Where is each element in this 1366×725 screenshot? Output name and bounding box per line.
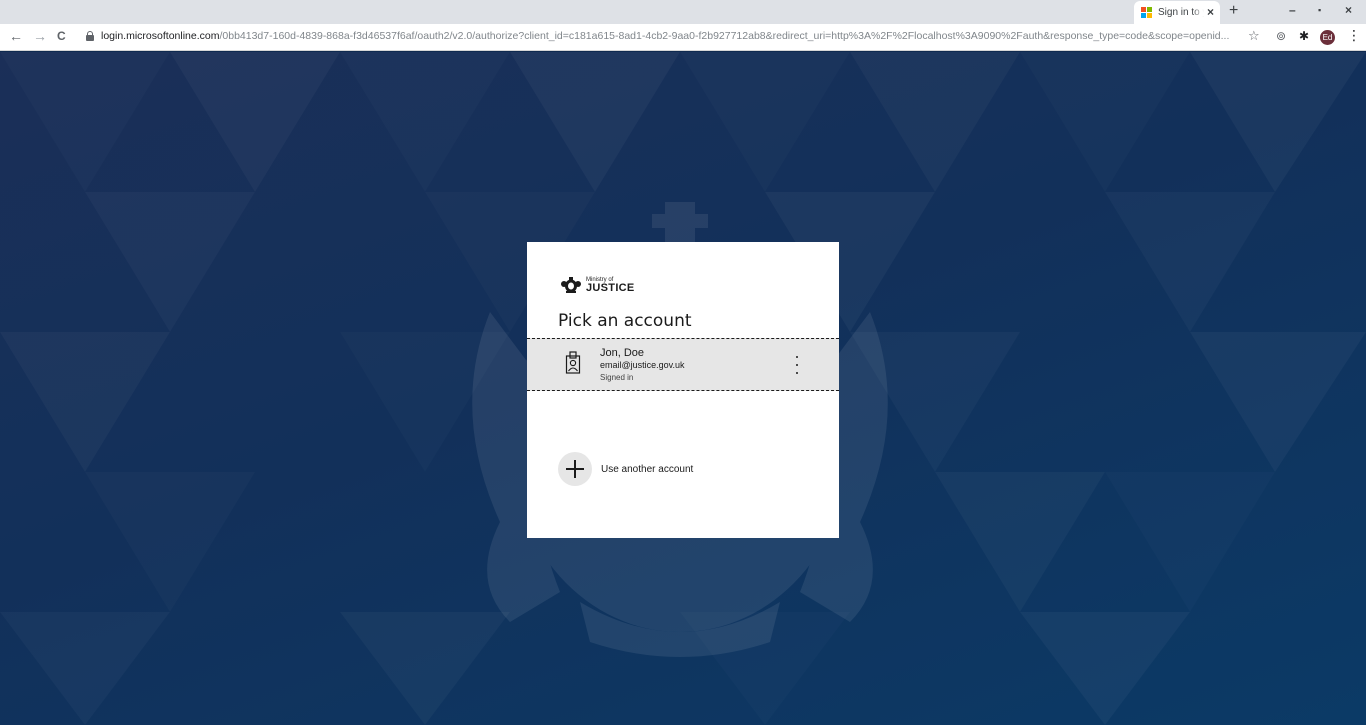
- sign-in-card: Ministry of JUSTICE Pick an account Jon,…: [527, 242, 839, 538]
- account-options-more-icon[interactable]: [792, 356, 802, 374]
- crest-logo-icon: [561, 277, 581, 293]
- close-tab-icon[interactable]: ×: [1207, 5, 1214, 19]
- maximize-window-button[interactable]: ▪: [1318, 5, 1321, 15]
- browser-toolbar: ← → C login.microsoftonline.com/0bb413d7…: [0, 24, 1366, 51]
- work-badge-icon: [565, 351, 581, 374]
- microsoft-logo-icon: [1141, 7, 1152, 18]
- url-domain: login.microsoftonline.com: [101, 30, 220, 42]
- account-email: email@justice.gov.uk: [600, 360, 685, 370]
- url-path: /0bb413d7-160d-4839-868a-f3d46537f6af/oa…: [219, 30, 1230, 42]
- browser-tab[interactable]: Sign in to your account ×: [1134, 1, 1220, 24]
- minimize-window-button[interactable]: –: [1289, 3, 1296, 17]
- back-arrow-icon[interactable]: ←: [9, 28, 23, 44]
- plus-icon: [558, 452, 592, 486]
- ministry-of-justice-logo: Ministry of JUSTICE: [560, 276, 635, 294]
- use-another-account-button[interactable]: Use another account: [558, 452, 798, 486]
- account-tile[interactable]: Jon, Doe email@justice.gov.uk Signed in: [527, 338, 839, 391]
- bookmark-star-icon[interactable]: ☆: [1248, 28, 1260, 44]
- tab-title: Sign in to your account: [1158, 7, 1204, 18]
- close-window-button[interactable]: ×: [1345, 3, 1352, 17]
- profile-avatar[interactable]: Ed: [1320, 30, 1335, 45]
- forward-arrow-icon[interactable]: →: [33, 28, 47, 44]
- lock-icon[interactable]: [86, 31, 94, 41]
- browser-tab-strip: Sign in to your account × + – ▪ ×: [0, 0, 1366, 24]
- puzzle-extensions-icon[interactable]: ✱: [1299, 29, 1309, 43]
- use-another-account-label: Use another account: [601, 463, 694, 475]
- account-status: Signed in: [600, 373, 634, 382]
- browser-menu-icon[interactable]: ⋮: [1347, 27, 1361, 44]
- logo-justice-text: JUSTICE: [586, 281, 635, 294]
- reload-icon[interactable]: C: [57, 29, 66, 43]
- new-tab-button[interactable]: +: [1229, 2, 1238, 20]
- account-name: Jon, Doe: [600, 347, 645, 359]
- page-title: Pick an account: [558, 311, 692, 331]
- extension-icon[interactable]: ⊚: [1276, 29, 1286, 43]
- address-bar[interactable]: login.microsoftonline.com/0bb413d7-160d-…: [101, 30, 1239, 42]
